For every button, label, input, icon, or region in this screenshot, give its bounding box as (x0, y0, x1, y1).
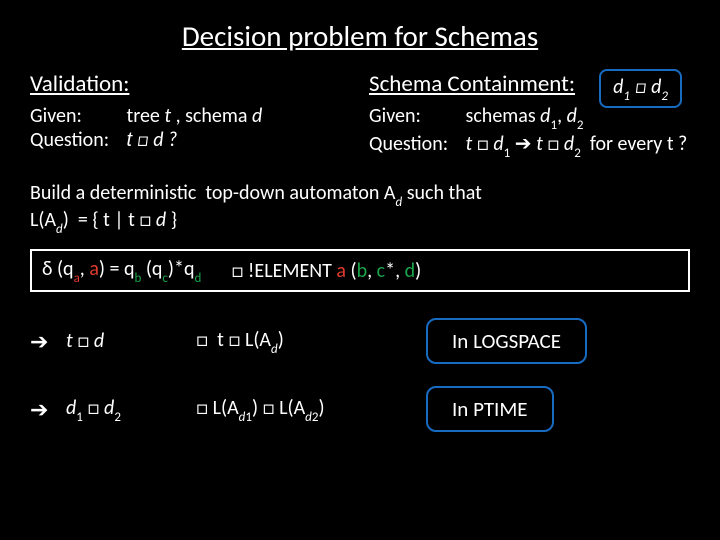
delta-d: d (194, 271, 201, 286)
question-value-r: t □ d1 ➔ t □ d2 for every t ? (466, 132, 688, 156)
logspace-bubble: In LOGSPACE (426, 318, 587, 364)
given-label: Given: (30, 104, 122, 128)
automaton-text: Build a deterministic top-down automaton… (30, 181, 690, 235)
question-label: Question: (30, 128, 122, 152)
delta-a1: a (74, 271, 80, 286)
arrow-icon: ➔ (30, 328, 66, 355)
validation-question: Question: t □ d ? (30, 128, 351, 152)
given-pre: tree (127, 104, 165, 128)
validation-given: Given: tree t , schema d (30, 104, 351, 128)
containment-question: Question: t □ d1 ➔ t □ d2 for every t ? (369, 131, 690, 159)
element-declaration: □ !ELEMENT a (b, c*, d) (231, 259, 421, 283)
automaton-line1: Build a deterministic top-down automaton… (30, 181, 690, 208)
validation-heading: Validation: (30, 70, 351, 98)
arrow-icon: ➔ (30, 396, 66, 423)
row1-iff: □ t □ L(Ad) (196, 328, 396, 355)
containment-badge: d1 □ d2 (599, 69, 682, 108)
row2-expr: d1 □ d2 (66, 396, 196, 423)
validation-column: Validation: Given: tree t , schema d Que… (30, 70, 351, 159)
given-d: d (252, 104, 262, 128)
slide-title: Decision problem for Schemas (30, 18, 690, 54)
delta-a2: a (89, 257, 99, 281)
row-ptime: ➔ d1 □ d2 □ L(Ad1) □ L(Ad2) In PTIME (30, 386, 690, 432)
delta-b: b (134, 271, 141, 286)
ptime-bubble: In PTIME (426, 386, 554, 432)
row1-expr: t □ d (66, 329, 196, 353)
question-label-r: Question: (369, 132, 461, 156)
containment-given: Given: schemas d1, d2 (369, 104, 690, 131)
question-value: t □ d ? (127, 128, 178, 152)
given-label-r: Given: (369, 104, 461, 128)
result-rows: ➔ t □ d □ t □ L(Ad) In LOGSPACE ➔ d1 □ d… (30, 318, 690, 432)
delta-c: c (162, 271, 168, 286)
given-value-r: schemas d1, d2 (466, 104, 584, 128)
transition-box: δ (qa, a) = qb (qc)*qd □ !ELEMENT a (b, … (30, 249, 690, 292)
given-mid: , schema (171, 104, 252, 128)
row2-iff: □ L(Ad1) □ L(Ad2) (196, 396, 396, 423)
row-logspace: ➔ t □ d □ t □ L(Ad) In LOGSPACE (30, 318, 690, 364)
delta-expression: δ (qa, a) = qb (qc)*qd (42, 257, 201, 284)
automaton-line2: L(Ad) = { t | t □ d } (30, 208, 690, 235)
